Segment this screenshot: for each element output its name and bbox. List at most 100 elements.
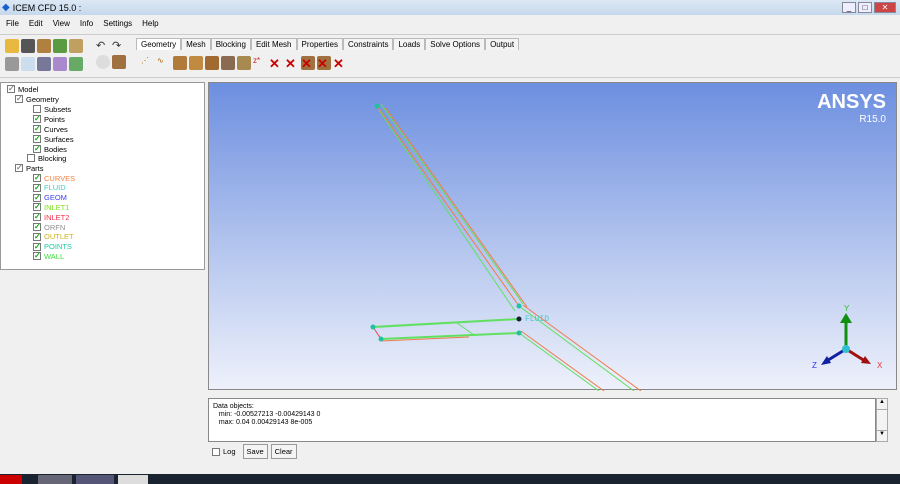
scroll-down-icon[interactable]: ▼ — [877, 430, 887, 441]
tab-mesh[interactable]: Mesh — [181, 38, 211, 50]
close-button[interactable]: ✕ — [874, 2, 896, 13]
delete-curve-icon[interactable]: ✕ — [285, 56, 299, 71]
checkbox[interactable]: ✓ — [33, 193, 41, 202]
checkbox[interactable]: ✓ — [33, 232, 41, 241]
part-label: ORFN — [44, 222, 66, 232]
delete-surface-icon[interactable]: ✕ — [301, 56, 315, 71]
scroll-up-icon[interactable]: ▲ — [877, 399, 887, 410]
repair-icon[interactable] — [205, 56, 219, 70]
tree-label: Curves — [44, 124, 68, 134]
checkbox[interactable]: ✓ — [33, 125, 41, 133]
tree-part-inlet1[interactable]: ✓ INLET1 — [33, 202, 69, 212]
checkbox[interactable]: ✓ — [33, 242, 41, 251]
tree-part-outlet[interactable]: ✓ OUTLET — [33, 232, 74, 242]
axis-x-label: X — [877, 361, 883, 370]
menu-settings[interactable]: Settings — [103, 19, 132, 28]
menu-info[interactable]: Info — [80, 19, 93, 28]
tab-edit-mesh[interactable]: Edit Mesh — [250, 38, 297, 50]
checkbox[interactable]: ✓ — [33, 135, 41, 143]
tree-part-wall[interactable]: ✓ WALL — [33, 251, 64, 261]
taskbar-item[interactable] — [76, 475, 114, 484]
tree-part-fluid[interactable]: ✓ FLUID — [33, 183, 66, 193]
checkbox[interactable]: ✓ — [33, 203, 41, 212]
checkbox[interactable]: ✓ — [33, 252, 41, 261]
tree-node-geometry[interactable]: ✓ Geometry — [15, 94, 59, 104]
wireframe-icon[interactable] — [96, 55, 110, 69]
redo-icon[interactable]: ↷ — [112, 39, 126, 53]
tab-constraints[interactable]: Constraints — [342, 38, 394, 50]
tree-part-inlet2[interactable]: ✓ INLET2 — [33, 212, 69, 222]
tab-output[interactable]: Output — [485, 38, 520, 50]
create-surface-icon[interactable] — [173, 56, 187, 70]
menu-view[interactable]: View — [53, 19, 70, 28]
file-tools — [4, 38, 90, 74]
tab-blocking[interactable]: Blocking — [210, 38, 251, 50]
menu-help[interactable]: Help — [142, 19, 158, 28]
tree-node-subsets[interactable]: Subsets — [33, 104, 71, 114]
save-button[interactable]: Save — [242, 444, 268, 459]
delete-point-icon[interactable]: ✕ — [269, 56, 283, 71]
taskbar-item[interactable] — [38, 475, 72, 484]
tree-node-model[interactable]: ✓ Model — [7, 84, 38, 94]
tree-part-orfn[interactable]: ✓ ORFN — [33, 222, 65, 232]
graphics-viewport[interactable]: ANSYS R15.0 FLUID Y Z X — [208, 82, 897, 391]
menu-file[interactable]: File — [6, 19, 19, 28]
checkbox[interactable]: ✓ — [33, 174, 41, 182]
points — [370, 103, 522, 342]
axis-triad-icon: Y Z X — [812, 304, 883, 370]
message-line: min: -0.00527213 -0.00429143 0 — [213, 411, 321, 418]
tree-node-curves[interactable]: ✓ Curves — [33, 124, 68, 134]
tree-part-points[interactable]: ✓ POINTS — [33, 242, 72, 252]
transform-icon[interactable] — [221, 56, 235, 70]
measure-icon[interactable] — [37, 57, 51, 71]
open-mesh-icon[interactable] — [53, 39, 67, 53]
taskbar-item[interactable] — [118, 475, 148, 484]
restore-icon[interactable] — [237, 56, 251, 70]
clear-button[interactable]: Clear — [270, 444, 297, 459]
checkbox[interactable]: ✓ — [33, 115, 41, 123]
part-label: OUTLET — [44, 232, 74, 242]
tree-part-curves[interactable]: ✓ CURVES — [33, 173, 75, 183]
tree-node-parts[interactable]: ✓ Parts — [15, 163, 44, 173]
delete-any-icon[interactable]: ✕ — [333, 56, 347, 71]
create-curve-icon[interactable]: ∿ — [157, 56, 171, 70]
tab-properties[interactable]: Properties — [296, 38, 343, 50]
undo-icon[interactable]: ↶ — [96, 39, 110, 53]
zoom-marker-icon[interactable]: z* — [253, 56, 267, 70]
pipe-lines — [372, 103, 642, 391]
minimize-button[interactable]: _ — [842, 2, 856, 13]
tree-node-surfaces[interactable]: ✓ Surfaces — [33, 134, 74, 144]
app-icon: ◆ — [2, 2, 10, 13]
checkbox[interactable]: ✓ — [33, 213, 41, 222]
tab-geometry[interactable]: Geometry — [136, 38, 182, 50]
message-controls: Log Save Clear — [212, 444, 297, 459]
tree-node-points[interactable]: ✓ Points — [33, 114, 65, 124]
save-icon[interactable] — [21, 39, 35, 53]
distance-icon[interactable] — [53, 57, 67, 71]
message-window[interactable]: Data objects: min: -0.00527213 -0.004291… — [208, 398, 876, 442]
solid-icon[interactable] — [112, 55, 126, 69]
log-checkbox[interactable] — [212, 447, 220, 456]
tree-node-blocking[interactable]: Blocking — [27, 153, 66, 163]
create-point-icon[interactable]: ⋰ — [141, 56, 155, 70]
refresh-icon[interactable] — [69, 57, 83, 71]
open-icon[interactable] — [5, 39, 19, 53]
open-blocking-icon[interactable] — [69, 39, 83, 53]
zoom-icon[interactable] — [21, 57, 35, 71]
maximize-button[interactable]: □ — [858, 2, 872, 13]
message-scrollbar[interactable]: ▲ ▼ — [876, 398, 888, 442]
open-geometry-icon[interactable] — [37, 39, 51, 53]
fit-icon[interactable] — [5, 57, 19, 71]
checkbox[interactable] — [33, 105, 41, 113]
create-body-icon[interactable] — [189, 56, 203, 70]
checkbox[interactable]: ✓ — [33, 183, 41, 192]
tab-solve-options[interactable]: Solve Options — [425, 38, 486, 50]
tree-label: Blocking — [38, 153, 67, 163]
fluid-label: FLUID — [525, 315, 549, 324]
tab-loads[interactable]: Loads — [393, 38, 426, 50]
tree-part-geom[interactable]: ✓ GEOM — [33, 193, 67, 203]
checkbox[interactable]: ✓ — [33, 223, 41, 231]
menu-edit[interactable]: Edit — [29, 19, 43, 28]
delete-body-icon[interactable]: ✕ — [317, 56, 331, 71]
checkbox[interactable]: ✓ — [33, 145, 41, 153]
